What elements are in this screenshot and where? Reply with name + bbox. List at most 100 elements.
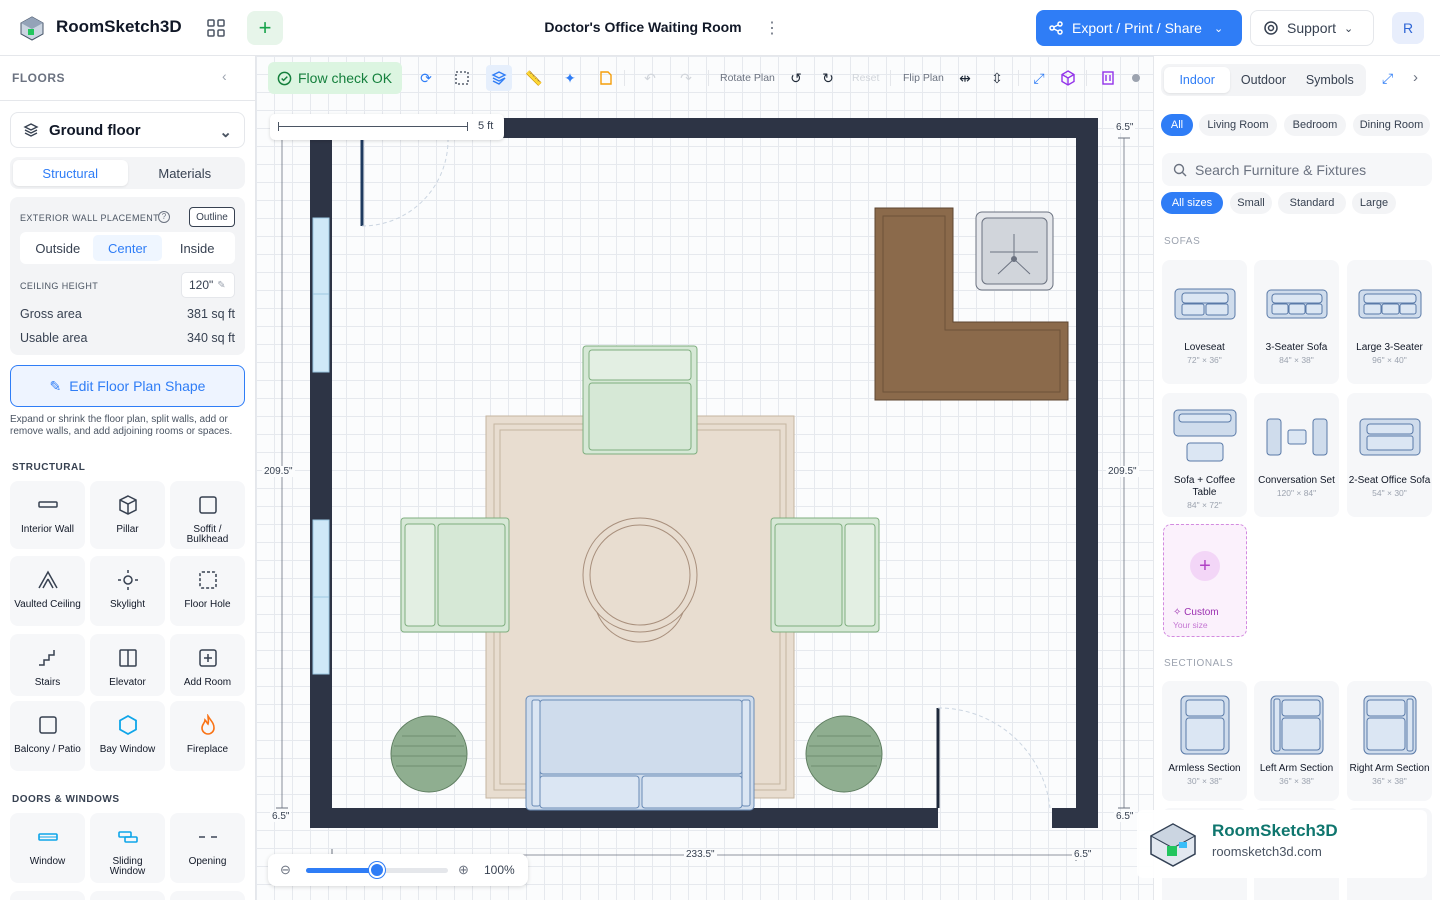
- tab-materials[interactable]: Materials: [128, 160, 243, 186]
- rotate-right-icon[interactable]: ↻: [818, 68, 838, 88]
- search-input[interactable]: Search Furniture & Fixtures: [1162, 153, 1432, 186]
- catalog-item-sofa-coffee-table[interactable]: Sofa + Coffee Table 84" × 72": [1162, 393, 1247, 517]
- plant-left[interactable]: [390, 715, 468, 793]
- rotate-left-icon[interactable]: ↺: [786, 68, 806, 88]
- tool-more[interactable]: [90, 891, 165, 900]
- placement-inside[interactable]: Inside: [162, 235, 232, 261]
- tool-pillar[interactable]: Pillar: [90, 481, 165, 549]
- tool-skylight[interactable]: Skylight: [90, 556, 165, 626]
- armchair-top[interactable]: [582, 345, 698, 455]
- item-size: 84" × 38": [1279, 355, 1314, 365]
- item-name: Armless Section: [1168, 763, 1241, 774]
- ruler-icon[interactable]: 📏: [524, 68, 544, 88]
- help-icon[interactable]: ?: [158, 211, 170, 223]
- catalog-item-office-sofa[interactable]: 2-Seat Office Sofa 54" × 30": [1347, 393, 1432, 517]
- sofa-bottom[interactable]: [525, 695, 755, 811]
- wall-right[interactable]: [1076, 118, 1098, 828]
- support-button[interactable]: Support ⌄: [1250, 10, 1374, 46]
- catalog-item-conversation-set[interactable]: Conversation Set 120" × 84": [1254, 393, 1339, 517]
- flow-check-badge[interactable]: Flow check OK: [268, 62, 402, 94]
- size-chip-all[interactable]: All sizes: [1161, 192, 1223, 214]
- room-chip-dining[interactable]: Dining Room: [1353, 114, 1430, 136]
- select-area-icon[interactable]: [452, 68, 472, 88]
- tool-stairs[interactable]: Stairs: [10, 634, 85, 696]
- catalog-item-large-3-seater[interactable]: Large 3-Seater 96" × 40": [1347, 260, 1432, 384]
- redo-icon[interactable]: ↷: [676, 68, 696, 88]
- magnet-icon[interactable]: ⟳: [416, 68, 436, 88]
- doors-windows-heading: DOORS & WINDOWS: [12, 794, 120, 805]
- office-chair[interactable]: [975, 211, 1054, 291]
- tool-fireplace[interactable]: Fireplace: [170, 701, 245, 771]
- custom-size-card[interactable]: + ✧ Custom Your size: [1163, 524, 1247, 637]
- catalog-item-right-arm-section[interactable]: Right Arm Section 36" × 38": [1347, 681, 1432, 801]
- more-options-icon[interactable]: ⋮: [764, 18, 780, 38]
- zoom-slider-handle[interactable]: [369, 862, 385, 878]
- tool-floor-hole[interactable]: Floor Hole: [170, 556, 245, 626]
- room-chip-bedroom[interactable]: Bedroom: [1284, 114, 1346, 136]
- wall-bottom-left[interactable]: [310, 808, 938, 828]
- armchair-left[interactable]: [400, 517, 510, 633]
- size-chip-small[interactable]: Small: [1230, 192, 1272, 214]
- expand-panel-icon[interactable]: ⤢: [1382, 70, 1393, 87]
- collapse-panel-icon[interactable]: ‹: [222, 68, 227, 84]
- tool-vaulted-ceiling[interactable]: Vaulted Ceiling: [10, 556, 85, 626]
- item-size: 30" × 38": [1187, 776, 1222, 786]
- room-chip-all[interactable]: All: [1161, 114, 1193, 136]
- reset-button[interactable]: Reset: [852, 72, 879, 84]
- dimension-right: 209.5": [1106, 466, 1139, 477]
- item-name: Left Arm Section: [1259, 763, 1334, 774]
- armchair-right[interactable]: [770, 517, 880, 633]
- building-icon[interactable]: [1098, 68, 1118, 88]
- catalog-item-3-seater[interactable]: 3-Seater Sofa 84" × 38": [1254, 260, 1339, 384]
- wall-placement-label: EXTERIOR WALL PLACEMENT: [20, 213, 160, 223]
- window-left-1[interactable]: [312, 217, 330, 373]
- tool-soffit[interactable]: Soffit / Bulkhead: [170, 481, 245, 549]
- placement-outside[interactable]: Outside: [23, 235, 93, 261]
- plant-right[interactable]: [805, 715, 883, 793]
- tool-add-room[interactable]: Add Room: [170, 634, 245, 696]
- chevron-right-icon[interactable]: ›: [1413, 69, 1418, 86]
- zoom-out-icon[interactable]: ⊖: [280, 862, 291, 878]
- tab-symbols[interactable]: Symbols: [1297, 67, 1363, 93]
- export-button[interactable]: Export / Print / Share ⌄: [1036, 10, 1242, 46]
- flip-vertical-icon[interactable]: ⇳: [987, 68, 1007, 88]
- floor-select[interactable]: Ground floor ⌄: [10, 112, 245, 148]
- tool-more[interactable]: [10, 891, 85, 900]
- note-icon[interactable]: [596, 68, 616, 88]
- flip-horizontal-icon[interactable]: ⇹: [955, 68, 975, 88]
- tool-sliding-window[interactable]: Sliding Window: [90, 813, 165, 883]
- tab-structural[interactable]: Structural: [13, 160, 128, 186]
- wall-bottom-right[interactable]: [1052, 808, 1098, 828]
- placement-center[interactable]: Center: [92, 235, 163, 261]
- tool-balcony[interactable]: Balcony / Patio: [10, 701, 85, 771]
- avatar[interactable]: R: [1392, 12, 1424, 44]
- zoom-in-icon[interactable]: ⊕: [458, 862, 469, 878]
- tool-elevator[interactable]: Elevator: [90, 634, 165, 696]
- magic-wand-icon[interactable]: ✦: [560, 68, 580, 88]
- outline-button[interactable]: Outline: [189, 207, 235, 227]
- layers-toggle-icon[interactable]: [486, 65, 512, 91]
- 3d-view-icon[interactable]: [1058, 68, 1078, 88]
- size-chip-large[interactable]: Large: [1352, 192, 1396, 214]
- tool-bay-window[interactable]: Bay Window: [90, 701, 165, 771]
- size-chip-standard[interactable]: Standard: [1278, 192, 1346, 214]
- tool-window[interactable]: Window: [10, 813, 85, 883]
- lifebuoy-icon: [1264, 21, 1278, 35]
- catalog-item-loveseat[interactable]: Loveseat 72" × 36": [1162, 260, 1247, 384]
- tool-interior-wall[interactable]: Interior Wall: [10, 481, 85, 549]
- skylight-icon: [117, 570, 138, 590]
- usable-area-row: Usable area 340 sq ft: [20, 331, 235, 345]
- tool-more[interactable]: [170, 891, 245, 900]
- tool-label: Bay Window: [99, 744, 156, 755]
- room-chip-living[interactable]: Living Room: [1199, 114, 1277, 136]
- tab-indoor[interactable]: Indoor: [1164, 67, 1231, 93]
- edit-floor-plan-button[interactable]: ✎ Edit Floor Plan Shape: [10, 365, 245, 407]
- expand-icon[interactable]: ⤢: [1029, 68, 1049, 88]
- undo-icon[interactable]: ↶: [640, 68, 660, 88]
- tool-opening[interactable]: Opening: [170, 813, 245, 883]
- catalog-item-left-arm-section[interactable]: Left Arm Section 36" × 38": [1254, 681, 1339, 801]
- ceiling-height-input[interactable]: 120" ✎: [181, 272, 235, 298]
- catalog-item-armless-section[interactable]: Armless Section 30" × 38": [1162, 681, 1247, 801]
- tab-outdoor[interactable]: Outdoor: [1230, 67, 1296, 93]
- floor-plan-canvas[interactable]: Flow check OK ⟳ 📏 ✦ ↶ ↷ Rotate Plan ↺ ↻ …: [256, 56, 1153, 900]
